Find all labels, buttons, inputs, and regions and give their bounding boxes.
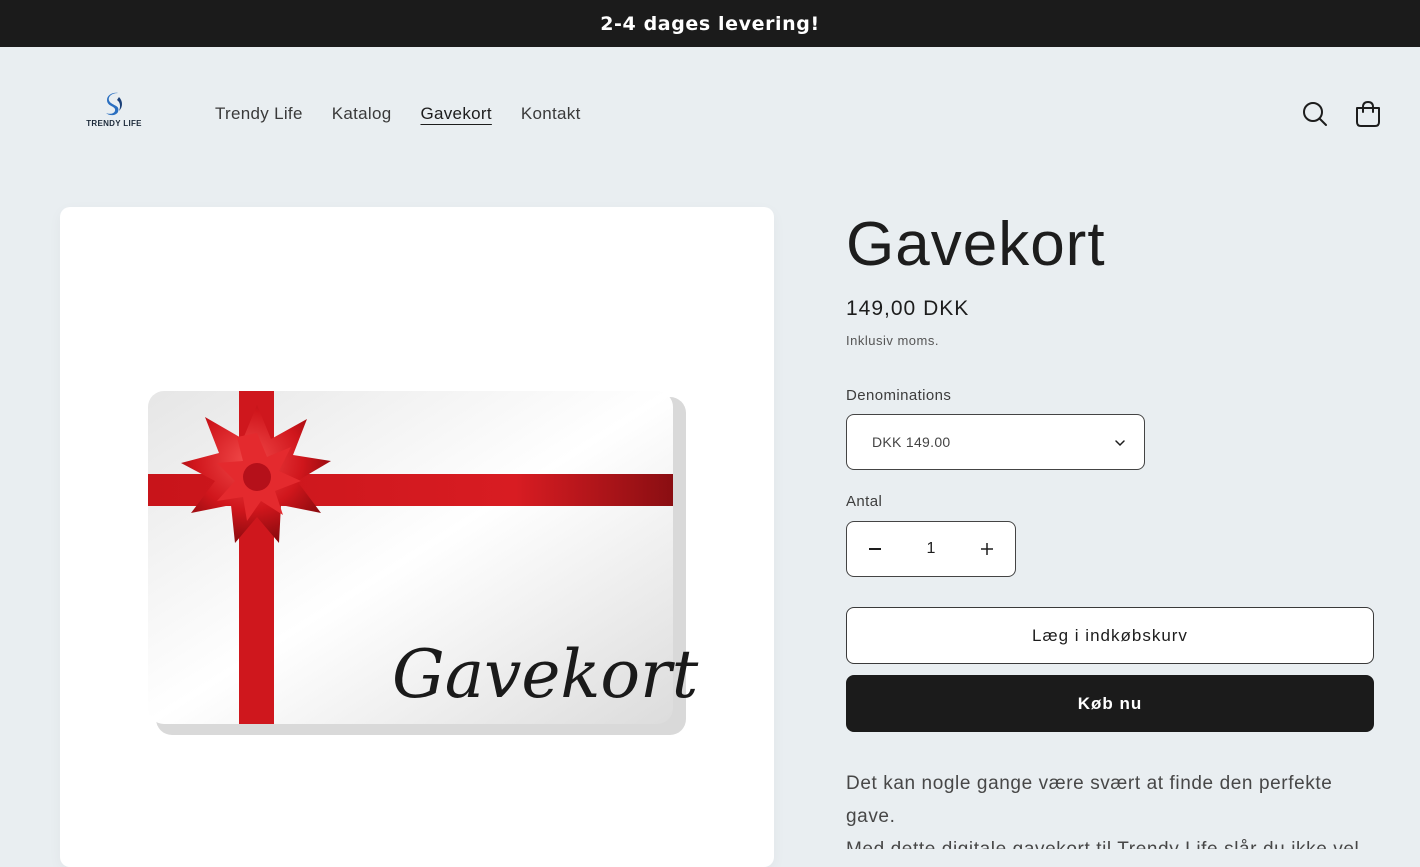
quantity-input[interactable]: 1 [903, 540, 959, 558]
cart-button[interactable] [1354, 100, 1382, 128]
search-icon [1303, 102, 1327, 126]
product-media[interactable]: Gavekort [60, 207, 774, 867]
add-to-cart-button[interactable]: Læg i indkøbskurv [846, 607, 1374, 664]
logo[interactable]: TRENDY LIFE [84, 91, 144, 133]
description-paragraph: Det kan nogle gange være svært at finde … [846, 773, 1333, 827]
nav-item-katalog[interactable]: Katalog [332, 103, 392, 125]
chevron-down-icon [1115, 440, 1125, 447]
announcement-bar: 2-4 dages levering! [0, 0, 1420, 47]
cart-icon [1356, 100, 1380, 127]
gift-card-image-text: Gavekort [392, 636, 699, 713]
product-title: Gavekort [846, 210, 1106, 279]
trendy-life-logo-icon [106, 92, 122, 116]
quantity-increase-button[interactable] [959, 522, 1015, 576]
quantity-label: Antal [846, 493, 883, 510]
denominations-select[interactable]: DKK 149.00 [846, 414, 1145, 470]
product-info: Gavekort 149,00 DKK Inklusiv moms. Denom… [846, 207, 1374, 849]
site-header: TRENDY LIFE Trendy Life Katalog Gavekort… [0, 47, 1420, 182]
buy-now-button[interactable]: Køb nu [846, 675, 1374, 732]
product-description: Det kan nogle gange være svært at finde … [846, 767, 1374, 849]
main-nav: Trendy Life Katalog Gavekort Kontakt [215, 103, 581, 125]
minus-icon [869, 548, 881, 550]
denominations-label: Denominations [846, 387, 952, 404]
product-price: 149,00 DKK [846, 297, 970, 320]
nav-item-gavekort[interactable]: Gavekort [420, 103, 491, 125]
quantity-stepper: 1 [846, 521, 1016, 577]
nav-item-trendy-life[interactable]: Trendy Life [215, 103, 303, 125]
nav-item-kontakt[interactable]: Kontakt [521, 103, 581, 125]
quantity-decrease-button[interactable] [847, 522, 903, 576]
announcement-text: 2-4 dages levering! [600, 12, 820, 35]
gift-card-image: Gavekort [148, 391, 699, 735]
description-paragraph: Med dette digitale gavekort til Trendy L… [846, 833, 1374, 849]
logo-text: TRENDY LIFE [86, 119, 142, 128]
plus-icon [981, 543, 993, 555]
denominations-value: DKK 149.00 [872, 434, 951, 450]
tax-note: Inklusiv moms. [846, 333, 939, 348]
search-button[interactable] [1301, 100, 1329, 128]
